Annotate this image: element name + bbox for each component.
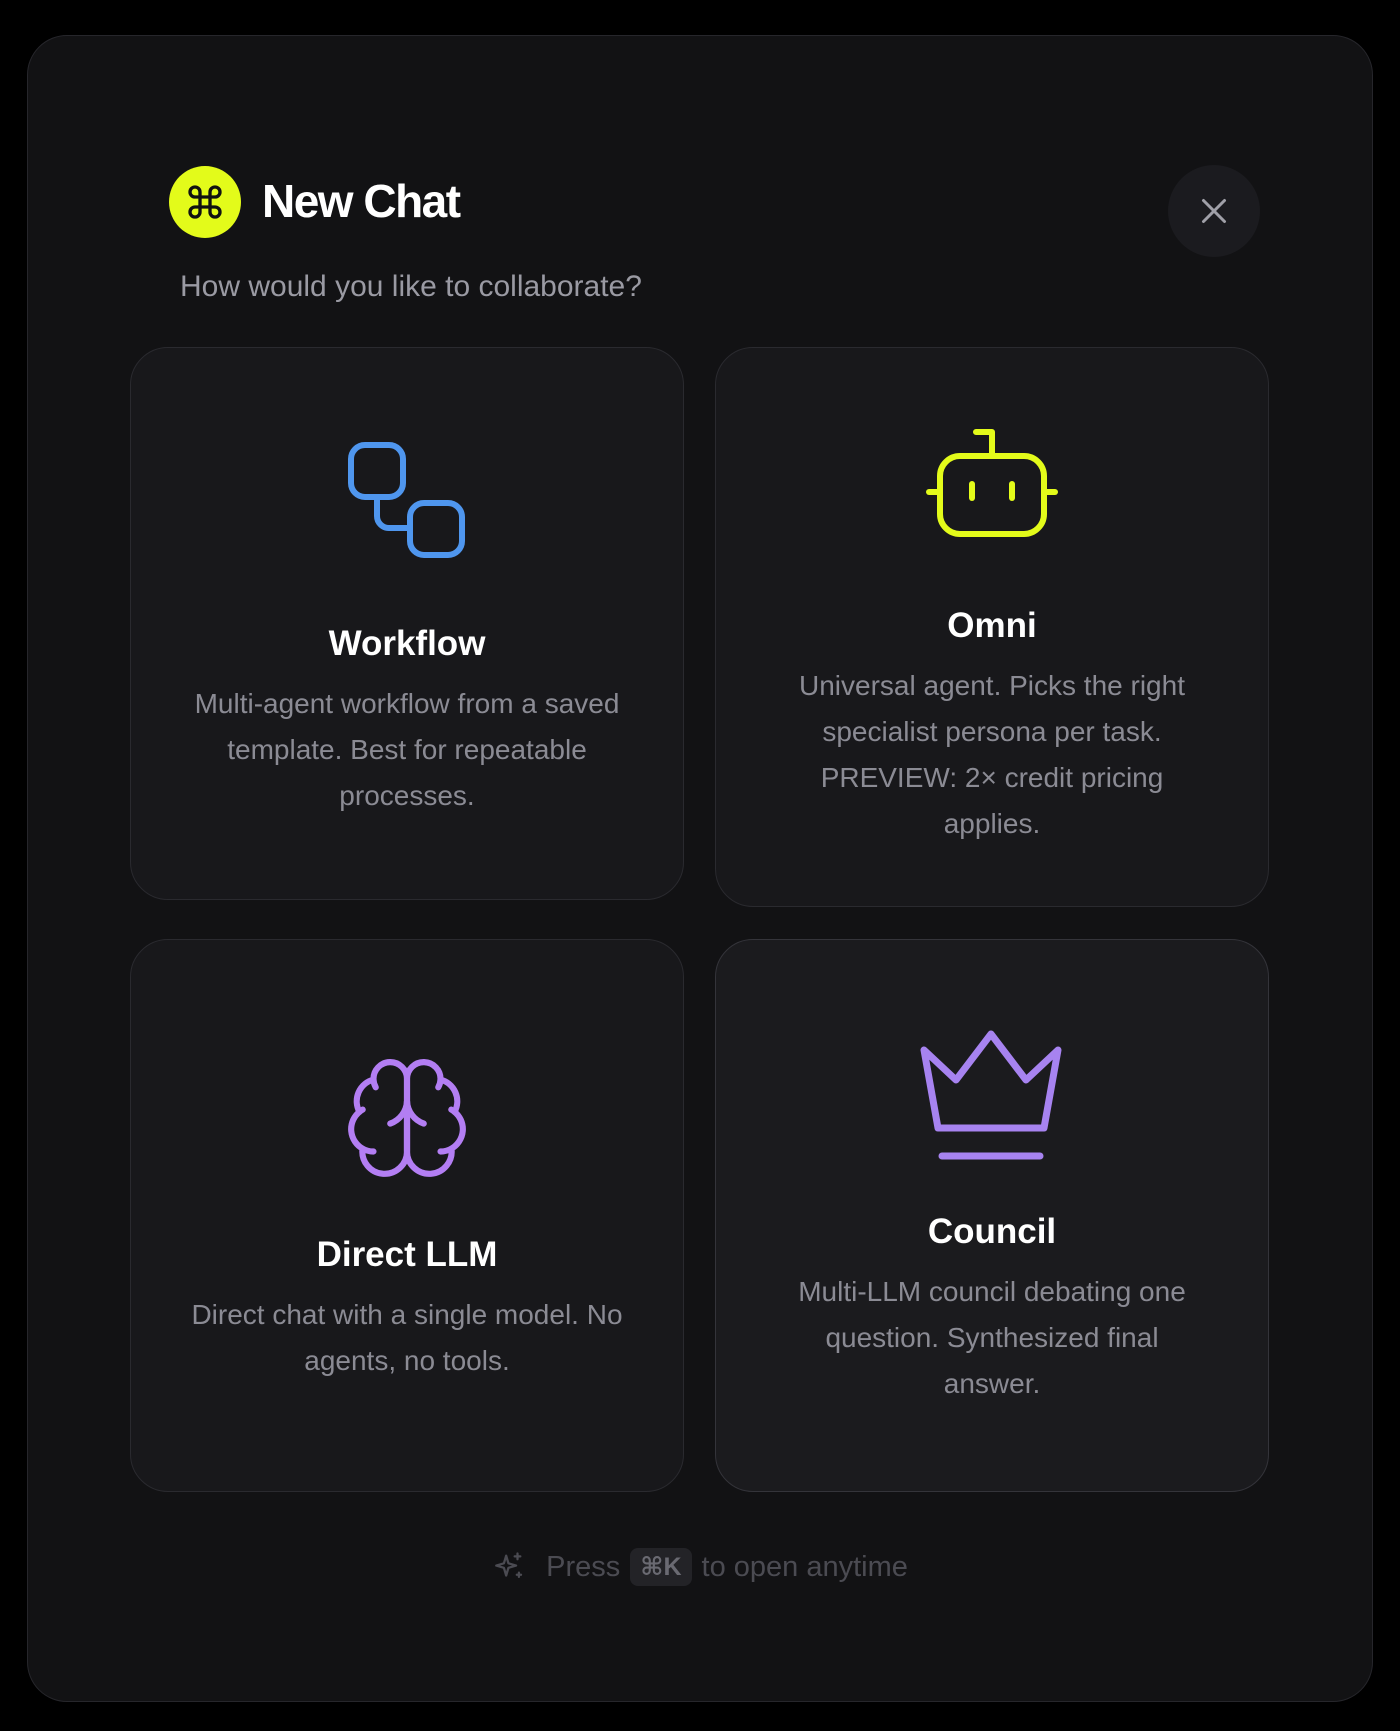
close-button[interactable] bbox=[1168, 165, 1260, 257]
option-title: Workflow bbox=[328, 624, 486, 663]
command-icon bbox=[169, 166, 241, 238]
option-card-council[interactable]: Council Multi-LLM council debating one q… bbox=[715, 939, 1269, 1492]
crown-icon bbox=[716, 1028, 1268, 1164]
brain-icon bbox=[131, 1051, 683, 1185]
option-description: Universal agent. Picks the right special… bbox=[799, 670, 1185, 839]
dialog-title: New Chat bbox=[262, 175, 461, 227]
dialog-subtitle: How would you like to collaborate? bbox=[180, 270, 642, 303]
close-icon bbox=[1202, 199, 1226, 223]
option-title: Council bbox=[927, 1212, 1057, 1251]
sparkle-icon bbox=[492, 1550, 526, 1584]
option-title: Direct LLM bbox=[316, 1235, 498, 1274]
keyboard-hint: Press ⌘K to open anytime bbox=[0, 1545, 1400, 1589]
option-description: Multi-agent workflow from a saved templa… bbox=[194, 688, 620, 811]
hint-prefix: Press bbox=[546, 1550, 621, 1583]
shortcut-key: ⌘K bbox=[630, 1548, 692, 1586]
hint-suffix: to open anytime bbox=[701, 1550, 908, 1583]
option-title: Omni bbox=[947, 606, 1037, 645]
robot-icon bbox=[716, 428, 1268, 538]
option-description: Direct chat with a single model. No agen… bbox=[191, 1299, 623, 1376]
option-card-direct-llm[interactable]: Direct LLM Direct chat with a single mod… bbox=[130, 939, 684, 1492]
option-description: Multi-LLM council debating one question.… bbox=[798, 1276, 1186, 1399]
option-card-workflow[interactable]: Workflow Multi-agent workflow from a sav… bbox=[130, 347, 684, 900]
workflow-icon bbox=[131, 440, 683, 564]
dialog-header: New Chat How would you like to collabora… bbox=[141, 150, 1272, 303]
option-card-omni[interactable]: Omni Universal agent. Picks the right sp… bbox=[715, 347, 1269, 907]
